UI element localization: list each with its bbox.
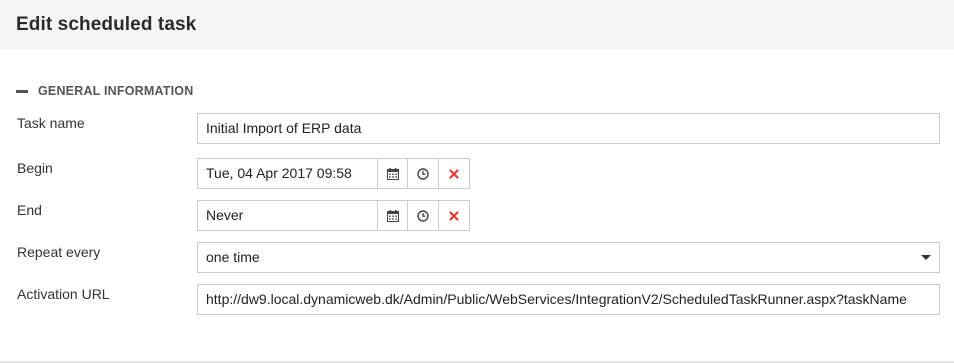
begin-clear-button[interactable] bbox=[438, 159, 469, 188]
end-clear-button[interactable] bbox=[438, 201, 469, 230]
task-name-input[interactable]: Initial Import of ERP data bbox=[197, 113, 940, 144]
end-calendar-button[interactable] bbox=[376, 201, 408, 230]
end-datetime-picker: Never bbox=[197, 200, 470, 231]
begin-time-button[interactable] bbox=[407, 159, 438, 188]
section-general-information[interactable]: GENERAL INFORMATION bbox=[16, 84, 193, 98]
section-label: GENERAL INFORMATION bbox=[38, 84, 194, 98]
end-label: End bbox=[17, 202, 42, 218]
calendar-icon bbox=[386, 167, 399, 180]
end-date-input[interactable]: Never bbox=[198, 201, 377, 230]
close-icon bbox=[449, 210, 459, 221]
task-name-label: Task name bbox=[17, 115, 85, 131]
calendar-icon bbox=[386, 209, 399, 222]
close-icon bbox=[449, 168, 459, 179]
repeat-every-label: Repeat every bbox=[17, 244, 101, 260]
repeat-every-value: one time bbox=[206, 249, 260, 265]
begin-datetime-picker: Tue, 04 Apr 2017 09:58 bbox=[197, 158, 470, 189]
collapse-icon[interactable] bbox=[16, 90, 28, 93]
end-time-button[interactable] bbox=[407, 201, 438, 230]
page-title: Edit scheduled task bbox=[16, 14, 197, 35]
activation-url-input[interactable]: http://dw9.local.dynamicweb.dk/Admin/Pub… bbox=[197, 284, 940, 315]
chevron-down-icon bbox=[921, 255, 931, 260]
begin-calendar-button[interactable] bbox=[376, 159, 408, 188]
begin-label: Begin bbox=[17, 160, 53, 176]
clock-icon bbox=[417, 209, 430, 222]
begin-date-input[interactable]: Tue, 04 Apr 2017 09:58 bbox=[198, 159, 377, 188]
activation-url-label: Activation URL bbox=[17, 286, 110, 302]
repeat-every-select[interactable]: one time bbox=[197, 242, 940, 273]
clock-icon bbox=[417, 167, 430, 180]
page-header: Edit scheduled task bbox=[0, 0, 954, 49]
